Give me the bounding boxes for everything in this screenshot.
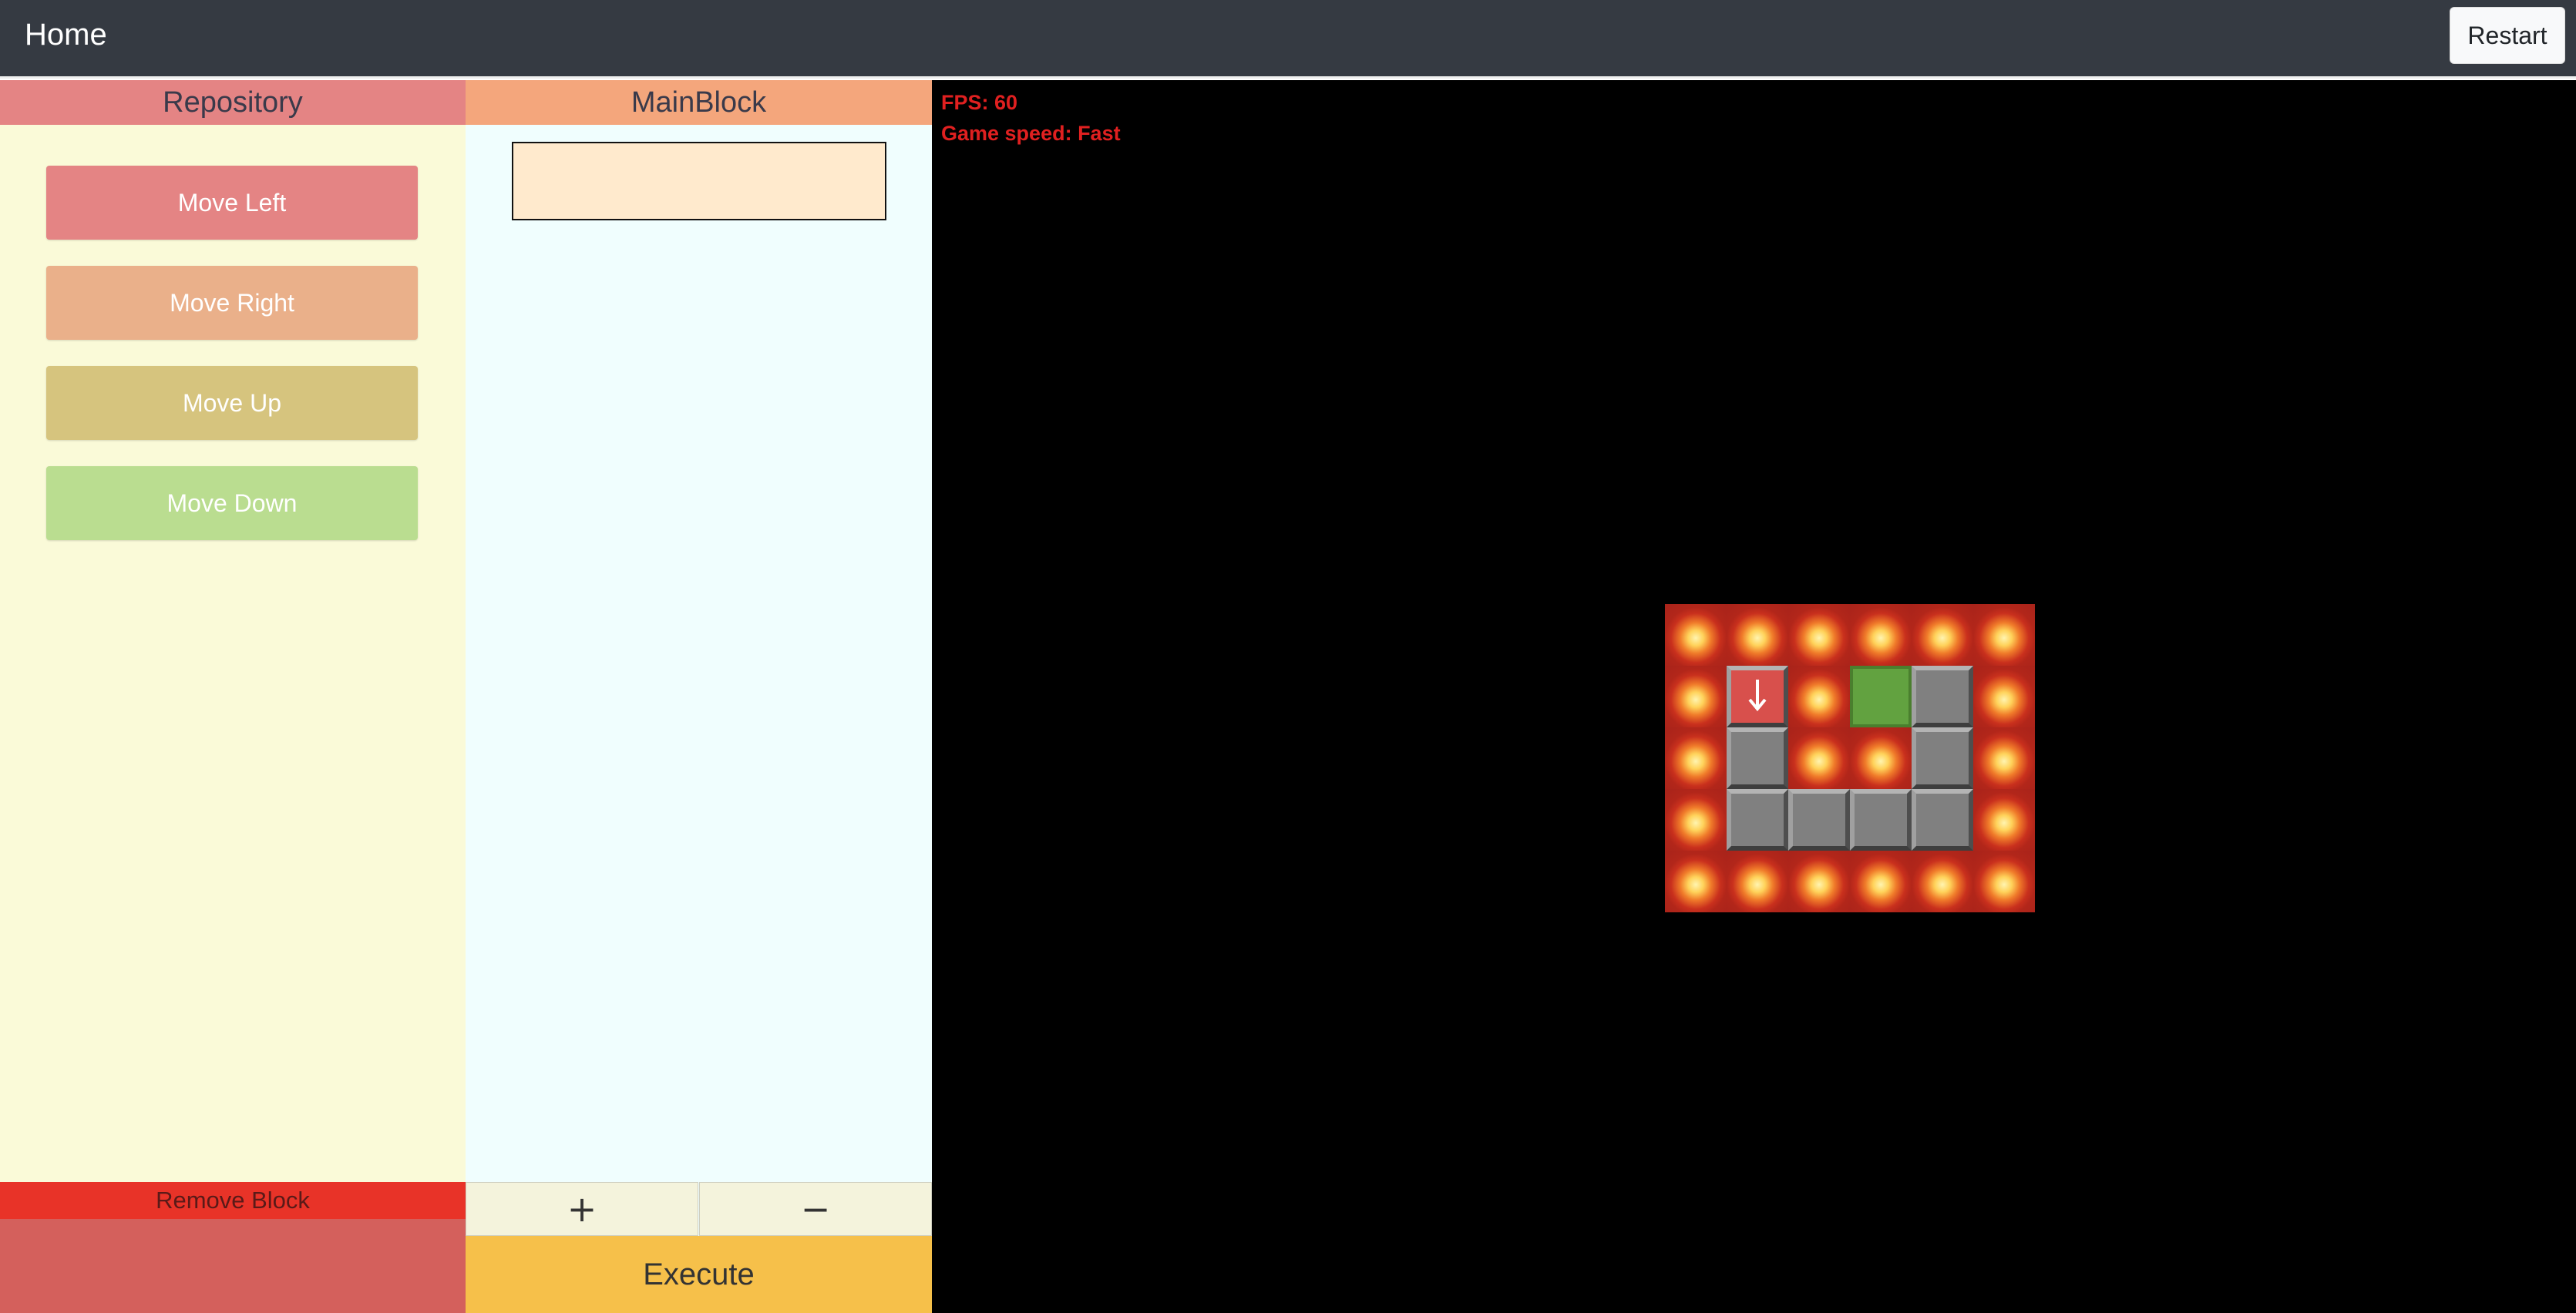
lava-tile (1973, 666, 2035, 727)
restart-button[interactable]: Restart (2450, 7, 2565, 64)
wall-tile (1727, 727, 1788, 789)
lava-tile (1665, 789, 1727, 851)
repository-panel: Repository Move Left Move Right Move Up … (0, 80, 466, 1313)
lava-tile (1788, 604, 1850, 666)
player-tile (1727, 666, 1788, 727)
game-canvas[interactable]: FPS: 60 Game speed: Fast (932, 80, 2576, 1313)
lava-tile (1665, 666, 1727, 727)
lava-tile (1973, 727, 2035, 789)
lava-tile (1727, 604, 1788, 666)
lava-tile (1665, 604, 1727, 666)
wall-tile (1850, 789, 1912, 851)
game-speed-label: Game speed: Fast (941, 122, 1121, 145)
game-board (1665, 604, 2035, 912)
move-up-block[interactable]: Move Up (46, 366, 418, 440)
fps-counter: FPS: 60 (941, 91, 1018, 114)
mainblock-panel: MainBlock + − Execute (466, 80, 932, 1313)
remove-block-label: Remove Block (0, 1182, 466, 1219)
lava-tile (1665, 851, 1727, 912)
lava-tile (1788, 666, 1850, 727)
wall-tile (1912, 666, 1973, 727)
lava-tile (1912, 604, 1973, 666)
goal-tile (1850, 666, 1912, 727)
home-link[interactable]: Home (25, 14, 107, 55)
add-block-button[interactable]: + (466, 1182, 698, 1236)
lava-tile (1788, 727, 1850, 789)
lava-tile (1912, 851, 1973, 912)
top-navbar: Home Restart (0, 0, 2576, 79)
move-down-block[interactable]: Move Down (46, 466, 418, 540)
move-right-block[interactable]: Move Right (46, 266, 418, 340)
lava-tile (1850, 604, 1912, 666)
lava-tile (1665, 727, 1727, 789)
mainblock-title: MainBlock (466, 80, 932, 125)
lava-tile (1850, 727, 1912, 789)
remove-slot-button[interactable]: − (699, 1182, 932, 1236)
wall-tile (1727, 789, 1788, 851)
lava-tile (1788, 851, 1850, 912)
wall-tile (1912, 789, 1973, 851)
repository-title: Repository (0, 80, 466, 125)
lava-tile (1973, 851, 2035, 912)
wall-tile (1788, 789, 1850, 851)
block-drop-slot[interactable] (512, 142, 886, 220)
wall-tile (1912, 727, 1973, 789)
lava-tile (1850, 851, 1912, 912)
arrow-down-icon (1744, 677, 1771, 717)
execute-button[interactable]: Execute (466, 1236, 932, 1313)
remove-block-dropzone[interactable]: Remove Block (0, 1182, 466, 1313)
lava-tile (1727, 851, 1788, 912)
lava-tile (1973, 604, 2035, 666)
lava-tile (1973, 789, 2035, 851)
move-left-block[interactable]: Move Left (46, 166, 418, 240)
